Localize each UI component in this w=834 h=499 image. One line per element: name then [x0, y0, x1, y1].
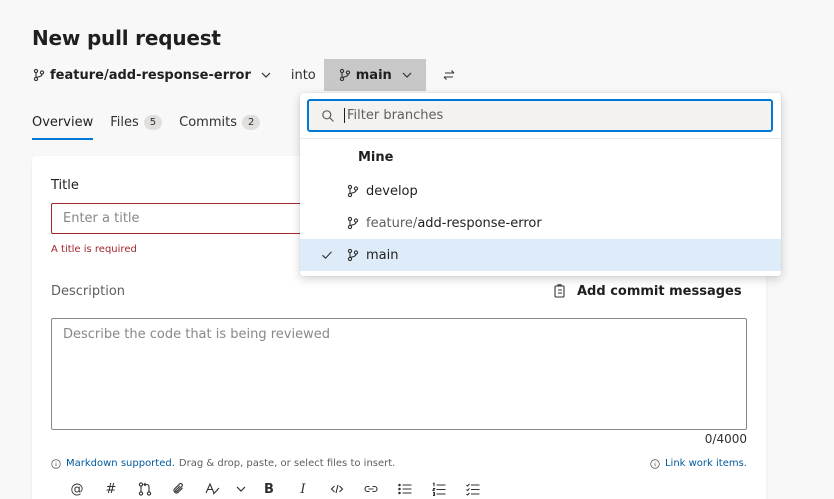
- title-label: Title: [51, 178, 79, 193]
- attach-icon[interactable]: [162, 480, 196, 498]
- count-badge: 2: [241, 115, 261, 130]
- add-commit-messages-label: Add commit messages: [577, 283, 742, 299]
- task-list-icon[interactable]: [456, 480, 490, 498]
- branch-icon: [346, 248, 360, 262]
- branch-icon: [32, 68, 46, 82]
- text-style-icon[interactable]: [196, 480, 230, 498]
- tab-label: Commits: [179, 115, 237, 130]
- page-title: New pull request: [32, 26, 221, 50]
- code-icon[interactable]: [320, 480, 354, 498]
- markdown-hint-text: Drag & drop, paste, or select files to i…: [178, 458, 396, 469]
- link-work-items-label: Link work items.: [664, 458, 747, 469]
- branch-name: develop: [366, 183, 418, 199]
- branch-dropdown: Mine develop feature/add-response-error …: [300, 93, 781, 276]
- tab-files[interactable]: Files 5: [110, 105, 163, 140]
- info-icon: [51, 458, 61, 469]
- check-icon: [320, 248, 334, 262]
- tab-commits[interactable]: Commits 2: [179, 105, 261, 140]
- description-field[interactable]: [51, 318, 747, 430]
- branch-option-feature-add-response-error[interactable]: feature/add-response-error: [300, 207, 781, 239]
- branch-prefix: feature/: [366, 215, 418, 231]
- bold-icon[interactable]: B: [252, 480, 286, 498]
- search-icon: [321, 109, 335, 123]
- mention-icon[interactable]: @: [60, 480, 94, 498]
- count-badge: 5: [143, 115, 163, 130]
- markdown-supported-link[interactable]: Markdown supported.: [66, 458, 175, 469]
- description-label: Description: [51, 284, 126, 299]
- link-work-items-link[interactable]: Link work items.: [650, 458, 747, 469]
- chevron-down-icon: [400, 68, 414, 82]
- branch-icon: [346, 216, 360, 230]
- add-commit-messages-button[interactable]: Add commit messages: [552, 283, 742, 299]
- bullet-list-icon[interactable]: [388, 480, 422, 498]
- filter-branches-box: [307, 99, 773, 132]
- swap-branches-icon[interactable]: [442, 68, 456, 82]
- chevron-down-icon[interactable]: [230, 480, 252, 498]
- check-icon-placeholder: [320, 184, 334, 198]
- into-label: into: [290, 67, 316, 83]
- branch-group-header: Mine: [358, 150, 394, 165]
- title-error-message: A title is required: [51, 244, 137, 255]
- chevron-down-icon: [259, 68, 273, 82]
- tab-label: Overview: [32, 115, 94, 130]
- branch-option-main[interactable]: main: [300, 239, 781, 271]
- markdown-hint: Markdown supported. Drag & drop, paste, …: [51, 458, 395, 469]
- filter-branches-input[interactable]: [344, 108, 744, 123]
- clipboard-icon: [552, 283, 568, 299]
- source-branch-picker[interactable]: feature/add-response-error: [32, 59, 273, 91]
- pull-request-icon[interactable]: [128, 480, 162, 498]
- numbered-list-icon[interactable]: [422, 480, 456, 498]
- link-icon[interactable]: [354, 480, 388, 498]
- character-counter: 0/4000: [704, 432, 747, 446]
- divider: [300, 138, 781, 139]
- italic-icon[interactable]: I: [286, 480, 320, 498]
- tab-overview[interactable]: Overview: [32, 105, 94, 140]
- check-icon-placeholder: [320, 216, 334, 230]
- tab-bar: Overview Files 5 Commits 2: [32, 105, 277, 140]
- info-icon: [650, 458, 660, 469]
- source-branch-label: feature/add-response-error: [50, 67, 251, 83]
- branch-selector-row: feature/add-response-error into main: [32, 59, 456, 91]
- branch-name: main: [366, 247, 399, 263]
- target-branch-picker[interactable]: main: [323, 59, 426, 91]
- hashtag-icon[interactable]: #: [94, 480, 128, 498]
- target-branch-label: main: [355, 67, 392, 83]
- branch-icon: [338, 68, 352, 82]
- branch-option-develop[interactable]: develop: [300, 175, 781, 207]
- formatting-toolbar: @ # B I: [60, 480, 490, 498]
- branch-icon: [346, 184, 360, 198]
- tab-label: Files: [110, 115, 139, 130]
- branch-name: add-response-error: [417, 215, 542, 231]
